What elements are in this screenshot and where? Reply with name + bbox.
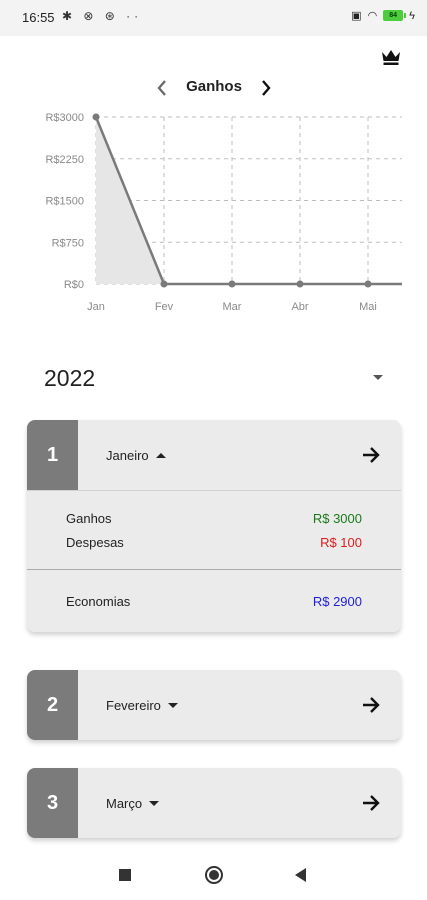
data-point bbox=[296, 280, 304, 288]
total-row: Economias R$ 2900 bbox=[27, 590, 401, 614]
recents-icon[interactable] bbox=[119, 869, 131, 881]
status-time: 16:55 bbox=[22, 10, 55, 25]
month-card: 1 Janeiro Ganhos R$ 3000 Despesas R$ 100… bbox=[27, 420, 401, 632]
month-toggle[interactable]: Janeiro bbox=[106, 448, 166, 463]
wifi-icon: ◠ bbox=[367, 10, 378, 22]
summary-row: Despesas R$ 100 bbox=[27, 531, 401, 555]
month-name: Fevereiro bbox=[106, 698, 161, 713]
y-tick-label: R$3000 bbox=[45, 112, 84, 124]
y-tick-label: R$750 bbox=[52, 237, 84, 249]
arrow-right-icon[interactable] bbox=[361, 695, 381, 715]
month-name: Março bbox=[106, 796, 143, 811]
screen-icon: ▣ bbox=[351, 10, 362, 22]
data-point bbox=[364, 280, 372, 288]
row-label: Despesas bbox=[66, 535, 124, 550]
x-tick-label: Jan bbox=[87, 301, 105, 313]
earnings-chart: R$3000 R$2250 R$1500 R$750 R$0Jan Fev Mar Abr Ma… bbox=[45, 112, 402, 313]
month-card: 3 Março bbox=[27, 768, 401, 838]
year-value: 2022 bbox=[44, 365, 96, 391]
caret-down-icon bbox=[149, 801, 160, 806]
system-nav-bar bbox=[0, 850, 427, 900]
arrow-right-icon[interactable] bbox=[361, 793, 381, 813]
month-card-header[interactable]: 2 Fevereiro bbox=[27, 670, 401, 740]
month-name: Janeiro bbox=[106, 448, 149, 463]
month-number: 3 bbox=[27, 768, 78, 838]
caret-down-icon bbox=[167, 703, 178, 708]
month-card-header[interactable]: 3 Março bbox=[27, 768, 401, 838]
data-point bbox=[160, 280, 168, 288]
crown-icon[interactable] bbox=[380, 47, 402, 67]
row-value: R$ 100 bbox=[320, 535, 362, 550]
system-icons: ▣ ◠ 84 ϟ bbox=[351, 9, 415, 23]
month-card-header[interactable]: 1 Janeiro bbox=[27, 420, 401, 490]
y-tick-label: R$0 bbox=[64, 279, 84, 291]
summary-row: Ganhos R$ 3000 bbox=[27, 507, 401, 531]
data-point bbox=[92, 113, 100, 121]
chart-header: Ganhos bbox=[0, 74, 427, 102]
month-card: 2 Fevereiro bbox=[27, 670, 401, 740]
back-icon[interactable] bbox=[295, 868, 306, 882]
y-tick-label: R$1500 bbox=[45, 196, 84, 208]
month-toggle[interactable]: Março bbox=[106, 796, 160, 811]
month-toggle[interactable]: Fevereiro bbox=[106, 698, 178, 713]
x-tick-label: Mai bbox=[359, 301, 377, 313]
month-details: Ganhos R$ 3000 Despesas R$ 100 Economias… bbox=[27, 490, 401, 632]
home-icon[interactable] bbox=[205, 866, 223, 884]
month-number: 1 bbox=[27, 420, 78, 490]
dropdown-arrow-icon[interactable] bbox=[373, 375, 383, 380]
caret-up-icon bbox=[155, 453, 166, 458]
chevron-right-icon[interactable] bbox=[256, 74, 276, 102]
charging-icon: ϟ bbox=[409, 9, 415, 22]
data-point bbox=[228, 280, 236, 288]
y-tick-label: R$2250 bbox=[45, 154, 84, 166]
status-bar: 16:55 ✱ ⊗ ⊛ ·· ▣ ◠ 84 ϟ bbox=[0, 0, 427, 36]
row-label: Ganhos bbox=[66, 511, 112, 526]
chart-title: Ganhos bbox=[186, 78, 242, 95]
notification-icons: ✱ ⊗ ⊛ ·· bbox=[62, 9, 143, 23]
x-tick-label: Mar bbox=[223, 301, 242, 313]
total-label: Economias bbox=[66, 594, 131, 609]
arrow-right-icon[interactable] bbox=[361, 445, 381, 465]
x-tick-label: Abr bbox=[291, 301, 308, 313]
x-tick-label: Fev bbox=[155, 301, 174, 313]
total-value: R$ 2900 bbox=[312, 594, 362, 609]
row-value: R$ 3000 bbox=[312, 511, 362, 526]
year-selector[interactable]: 2022 bbox=[44, 362, 389, 396]
chevron-left-icon[interactable] bbox=[152, 74, 172, 102]
month-number: 2 bbox=[27, 670, 78, 740]
battery-icon: 84 bbox=[383, 10, 407, 21]
